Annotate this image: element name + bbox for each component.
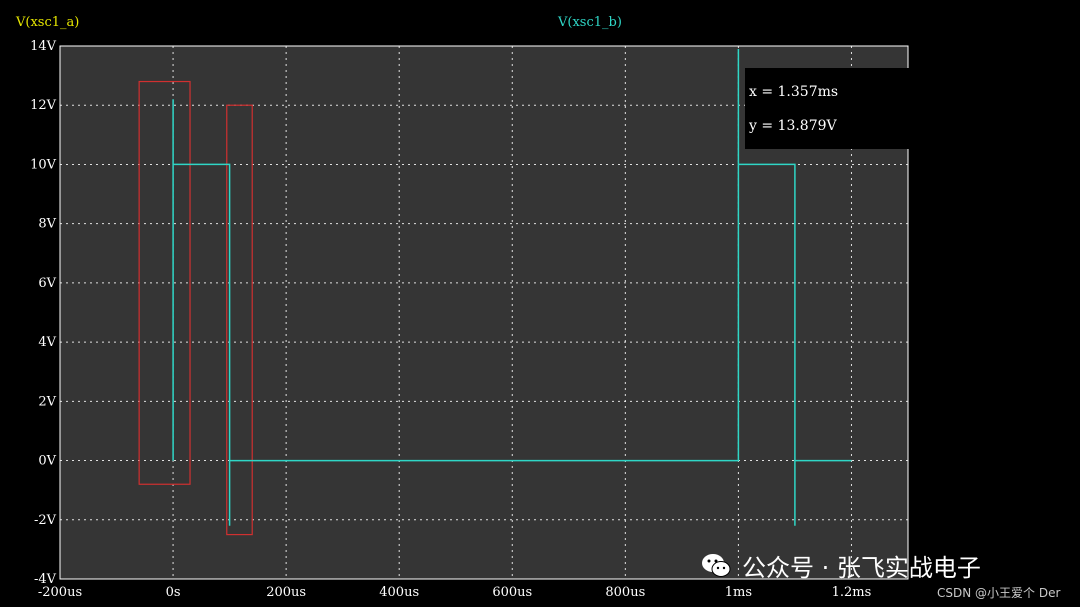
csdn-watermark: CSDN @小王爱个 Der <box>937 586 1061 600</box>
x-tick-label: 1.2ms <box>832 585 872 600</box>
x-tick-label: 200us <box>266 585 306 600</box>
y-tick-label: 12V <box>30 98 57 113</box>
series-a-label: V(xsc1_a) <box>16 15 80 30</box>
cursor-x-readout: x = 1.357ms <box>749 84 839 100</box>
y-tick-label: -2V <box>34 513 57 528</box>
y-tick-label: 14V <box>30 39 57 54</box>
y-tick-label: -4V <box>34 572 57 587</box>
x-tick-label: 1ms <box>725 585 752 600</box>
x-tick-label: 800us <box>605 585 645 600</box>
x-tick-label: -200us <box>38 585 82 600</box>
wechat-watermark: 公众号 · 张飞实战电子 <box>700 548 981 583</box>
x-tick-label: 600us <box>492 585 532 600</box>
y-tick-label: 4V <box>38 335 56 350</box>
cursor-y-readout: y = 13.879V <box>749 118 837 134</box>
y-tick-label: 10V <box>30 157 57 172</box>
x-tick-label: 400us <box>379 585 419 600</box>
y-tick-label: 0V <box>38 454 56 469</box>
wechat-icon <box>702 553 731 577</box>
y-tick-label: 2V <box>38 394 56 409</box>
series-b-label: V(xsc1_b) <box>558 15 622 30</box>
x-tick-label: 0s <box>166 585 181 600</box>
cursor-readout: x = 1.357ms y = 13.879V <box>745 68 975 149</box>
wechat-watermark-text: 公众号 · 张飞实战电子 <box>742 554 981 582</box>
y-tick-label: 8V <box>38 217 56 232</box>
y-tick-label: 6V <box>38 276 56 291</box>
